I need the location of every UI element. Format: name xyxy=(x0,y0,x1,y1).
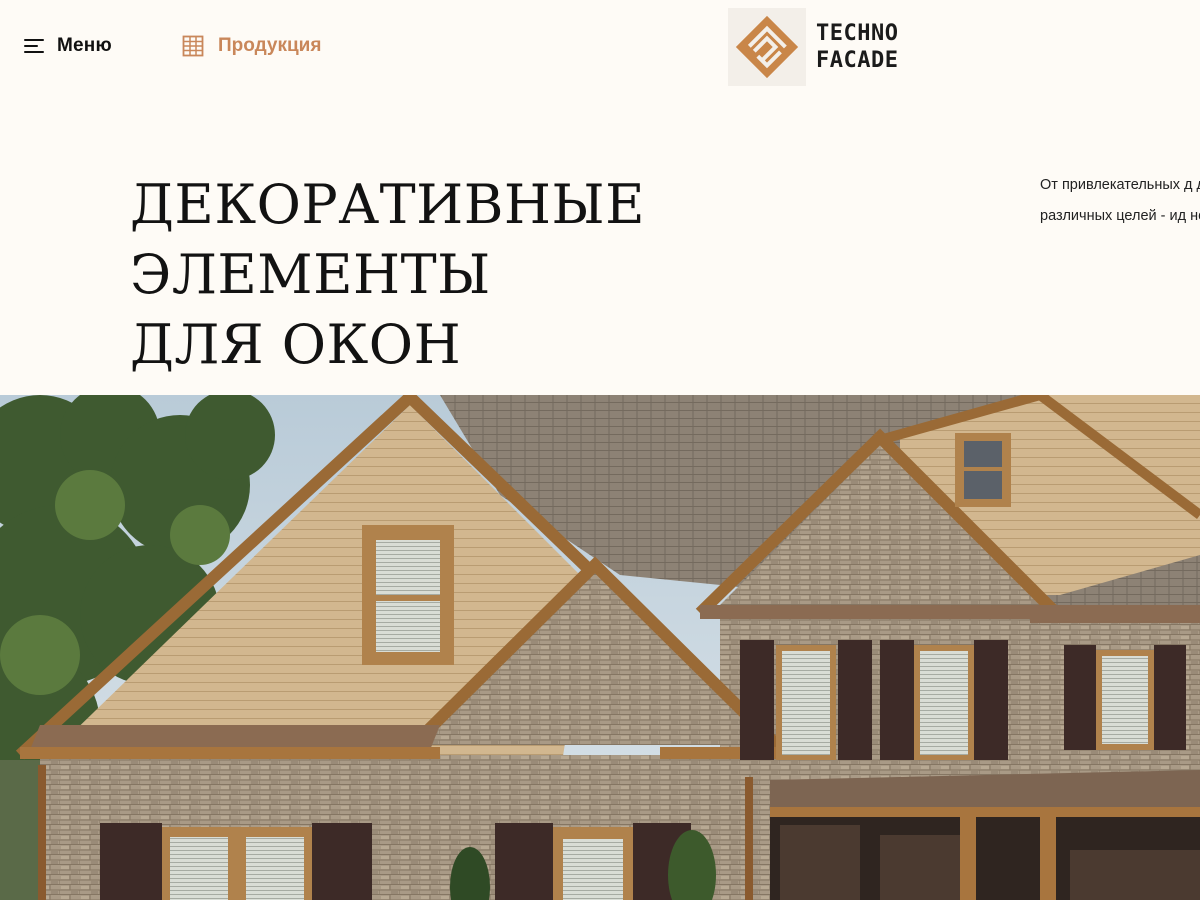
techno-facade-logo[interactable]: TECHNO FACADE xyxy=(728,8,898,86)
site-header: Меню Продукция TECHNO FACADE xyxy=(0,0,1200,92)
hero-description-container: От привлекательных д дверных и оконных н… xyxy=(1040,170,1200,300)
hamburger-icon xyxy=(24,39,44,53)
logo-mark-icon xyxy=(728,8,806,86)
page-title-line-2: ДЛЯ ОКОН xyxy=(130,313,462,376)
logo-line-facade: FACADE xyxy=(816,48,899,73)
logo-line-techno: TECHNO xyxy=(816,21,899,46)
logo-text: TECHNO FACADE xyxy=(816,20,898,74)
building-icon xyxy=(182,35,204,57)
hero-house-image xyxy=(0,395,1200,900)
hero-description: От привлекательных д дверных и оконных н… xyxy=(1040,177,1200,224)
page-title: ДЕКОРАТИВНЫЕ ЭЛЕМЕНТЫ ДЛЯ ОКОН xyxy=(130,170,1010,380)
products-label: Продукция xyxy=(218,35,322,56)
menu-label: Меню xyxy=(57,35,112,56)
products-link[interactable]: Продукция xyxy=(182,32,321,60)
menu-button[interactable]: Меню xyxy=(24,32,112,60)
page-title-line-1: ДЕКОРАТИВНЫЕ ЭЛЕМЕНТЫ xyxy=(130,173,646,306)
